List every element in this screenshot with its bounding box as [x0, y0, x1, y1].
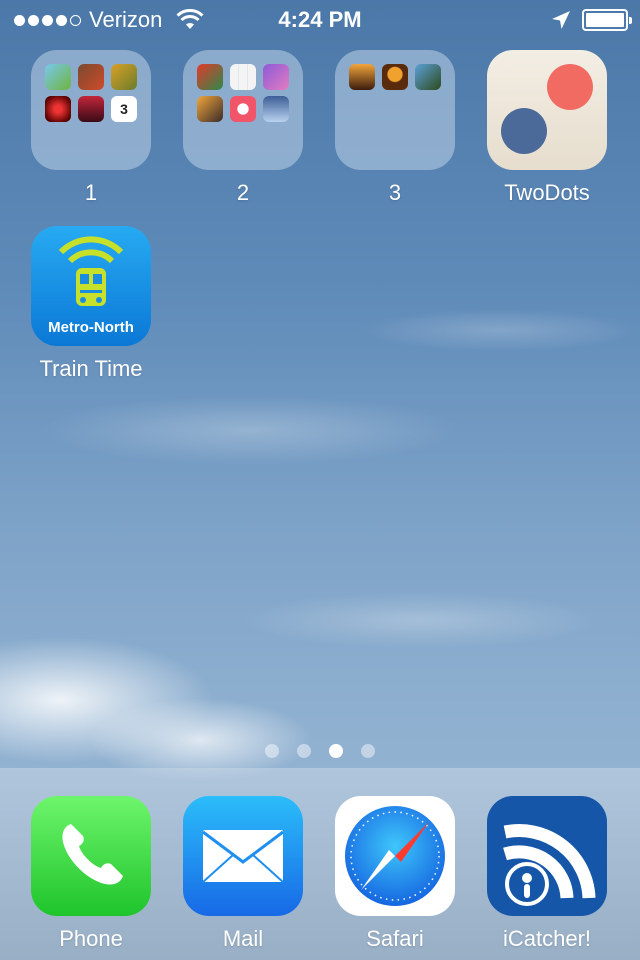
folder-1-icon: 3 [31, 50, 151, 170]
sky-game-mini-icon [263, 96, 289, 122]
meeple-game-mini-icon [382, 64, 408, 90]
page-dot[interactable] [265, 744, 279, 758]
safari-label: Safari [366, 926, 424, 951]
folder-2-icon [183, 50, 303, 170]
icatcher-app-icon [487, 796, 607, 916]
adventure-game-mini-icon [415, 64, 441, 90]
phone-app-icon [31, 796, 151, 916]
page-dot-active[interactable] [329, 744, 343, 758]
train-time-label: Train Time [39, 356, 143, 381]
location-arrow-icon [552, 11, 570, 29]
mail-app-icon [183, 796, 303, 916]
bolt-game-mini-icon [230, 96, 256, 122]
status-bar: Verizon 4:24 PM [0, 0, 640, 40]
icatcher-label: iCatcher! [502, 926, 592, 951]
blue-dot-icon [501, 108, 547, 154]
battery-icon [582, 9, 632, 31]
safari-app-icon [335, 796, 455, 916]
twodots-label: TwoDots [504, 180, 590, 205]
clock: 4:24 PM [278, 7, 362, 32]
biohazard-game-mini-icon [45, 96, 71, 122]
card-game-mini-icon [197, 64, 223, 90]
dock-app-mail[interactable]: Mail [183, 796, 303, 952]
phone-handset-icon [62, 824, 123, 885]
folder-2-label: 2 [236, 180, 250, 205]
page-dot[interactable] [297, 744, 311, 758]
dock-app-phone[interactable]: Phone [31, 796, 151, 952]
folder-3-icon [335, 50, 455, 170]
spy-game-mini-icon [78, 96, 104, 122]
mail-label: Mail [222, 926, 264, 951]
compass-icon [345, 806, 445, 906]
page-indicator[interactable] [0, 744, 640, 758]
folder-3-label: 3 [388, 180, 402, 205]
red-dot-icon [547, 64, 593, 110]
folder-2[interactable]: 2 [183, 50, 303, 206]
phone-label: Phone [59, 926, 123, 951]
sunset-game-mini-icon [349, 64, 375, 90]
word-grid-mini-icon [230, 64, 256, 90]
metro-north-brand: Metro-North [48, 319, 134, 336]
wordle-mini-icon [263, 64, 289, 90]
threes-game-mini-icon: 3 [111, 96, 137, 122]
envelope-icon [202, 830, 284, 883]
twodots-icon [487, 50, 607, 170]
page-dot[interactable] [361, 744, 375, 758]
game-app-mini-icon [45, 64, 71, 90]
folder-1[interactable]: 3 1 [31, 50, 151, 206]
fox-game-mini-icon [197, 96, 223, 122]
train-signal-icon [58, 236, 124, 306]
app-train-time[interactable]: Metro-North Train Time [31, 226, 151, 382]
train-time-icon: Metro-North [31, 226, 151, 346]
app-twodots[interactable]: TwoDots [487, 50, 607, 206]
folder-3[interactable]: 3 [335, 50, 455, 206]
dock-app-icatcher[interactable]: iCatcher! [487, 796, 607, 952]
zombie-game-mini-icon [111, 64, 137, 90]
dock-app-safari[interactable]: Safari [335, 796, 455, 952]
podcast-broadcast-icon [503, 824, 596, 906]
dock: Phone Mail Safari iCatcher! [0, 768, 640, 960]
folder-1-label: 1 [84, 180, 98, 205]
game-lite-mini-icon [78, 64, 104, 90]
